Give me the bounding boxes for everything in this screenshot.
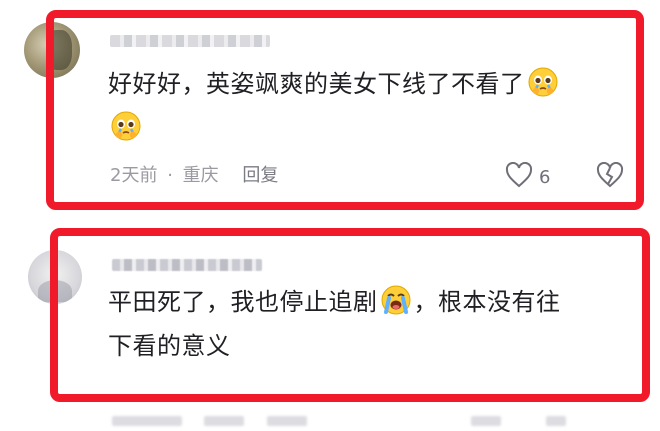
comment-item-2: 平田死了，我也停止追剧 ，根本没有往 下看的意义 [0,220,660,431]
comment-item-1: 好好好，英姿飒爽的美女下线了不看了 2天前 · 重庆 回复 6 [0,0,660,220]
highlight-frame [50,228,650,402]
comment-meta-obscured [112,414,592,428]
highlight-frame [46,10,644,210]
